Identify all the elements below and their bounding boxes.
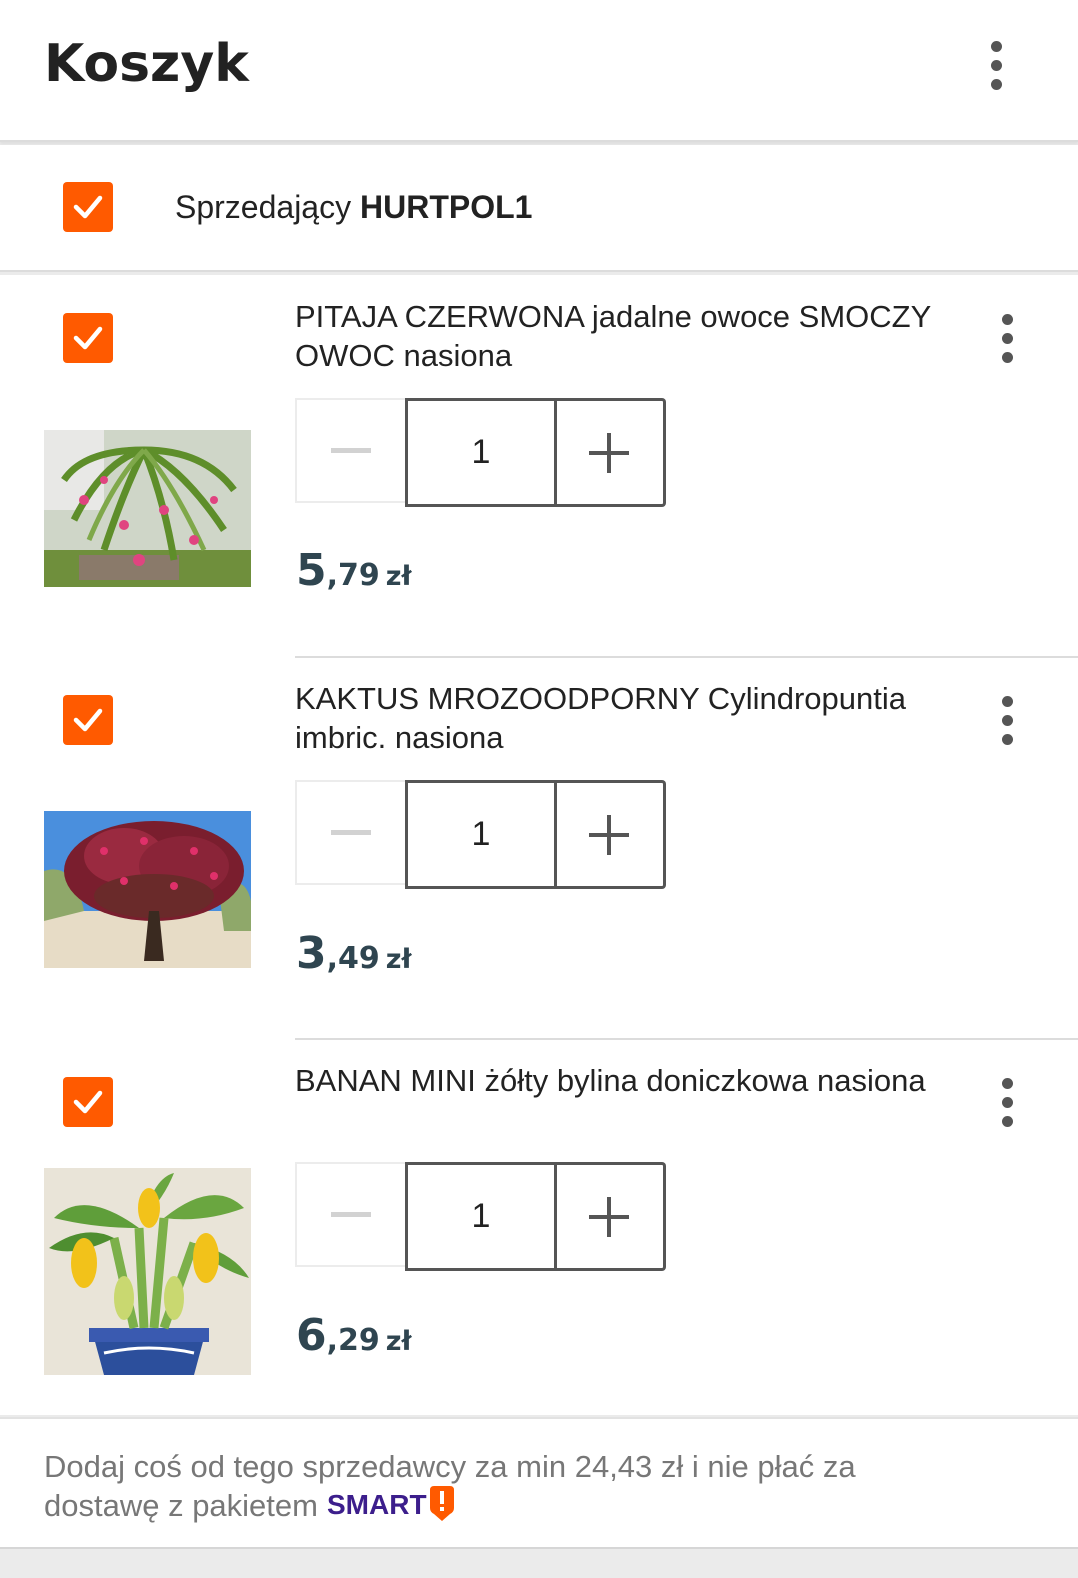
item-more-icon[interactable] xyxy=(987,690,1027,750)
cart-item: BANAN MINI żółty bylina doniczkowa nasio… xyxy=(0,1038,1078,1420)
plus-icon xyxy=(588,432,629,473)
seller-label: Sprzedający HURTPOL1 xyxy=(175,189,532,226)
item-checkbox[interactable] xyxy=(63,695,113,745)
free-delivery-text: Dodaj coś od tego sprzedawcy za min 24,4… xyxy=(44,1447,944,1531)
cart-items: PITAJA CZERWONA jadalne owoce SMOCZY OWO… xyxy=(0,275,1078,1415)
product-image-cactus-tree[interactable] xyxy=(44,811,251,968)
minus-icon xyxy=(331,829,371,835)
quantity-stepper: 1 xyxy=(295,1162,667,1271)
seller-name[interactable]: HURTPOL1 xyxy=(360,189,532,225)
quantity-stepper: 1 xyxy=(295,398,667,507)
check-icon xyxy=(73,708,103,732)
check-icon xyxy=(73,1090,103,1114)
more-options-icon[interactable] xyxy=(976,35,1016,95)
item-more-icon[interactable] xyxy=(987,308,1027,368)
item-price: 5,79 zł xyxy=(296,545,412,596)
quantity-input[interactable]: 1 xyxy=(405,1162,557,1271)
item-price: 6,29 zł xyxy=(296,1310,412,1361)
plus-icon xyxy=(588,1196,629,1237)
minus-icon xyxy=(331,1211,371,1217)
item-title[interactable]: BANAN MINI żółty bylina doniczkowa nasio… xyxy=(295,1061,935,1100)
item-checkbox[interactable] xyxy=(63,313,113,363)
product-image-mini-banana[interactable] xyxy=(44,1168,251,1375)
free-delivery-info: Dodaj coś od tego sprzedawcy za min 24,4… xyxy=(0,1417,1078,1549)
app-bar: Koszyk xyxy=(0,0,1078,142)
item-title[interactable]: KAKTUS MROZOODPORNY Cylindropuntia imbri… xyxy=(295,679,935,757)
page-title: Koszyk xyxy=(44,34,249,94)
seller-checkbox[interactable] xyxy=(63,182,113,232)
increase-button[interactable] xyxy=(554,780,666,889)
divider xyxy=(295,656,1078,658)
item-checkbox[interactable] xyxy=(63,1077,113,1127)
increase-button[interactable] xyxy=(554,1162,666,1271)
divider xyxy=(295,1038,1078,1040)
item-title[interactable]: PITAJA CZERWONA jadalne owoce SMOCZY OWO… xyxy=(295,297,935,375)
quantity-stepper: 1 xyxy=(295,780,667,889)
check-icon xyxy=(73,326,103,350)
decrease-button[interactable] xyxy=(295,398,405,503)
decrease-button[interactable] xyxy=(295,780,405,885)
product-image-dragon-fruit[interactable] xyxy=(44,430,251,587)
decrease-button[interactable] xyxy=(295,1162,405,1267)
increase-button[interactable] xyxy=(554,398,666,507)
smart-label: SMART xyxy=(327,1489,427,1520)
seller-row: Sprzedający HURTPOL1 xyxy=(0,145,1078,272)
smart-logo-icon: SMART xyxy=(327,1486,457,1531)
item-price: 3,49 zł xyxy=(296,928,412,979)
quantity-input[interactable]: 1 xyxy=(405,780,557,889)
cart-item: PITAJA CZERWONA jadalne owoce SMOCZY OWO… xyxy=(0,275,1078,657)
plus-icon xyxy=(588,814,629,855)
item-more-icon[interactable] xyxy=(987,1072,1027,1132)
seller-prefix: Sprzedający xyxy=(175,189,352,225)
check-icon xyxy=(73,195,103,219)
quantity-input[interactable]: 1 xyxy=(405,398,557,507)
cart-item: KAKTUS MROZOODPORNY Cylindropuntia imbri… xyxy=(0,656,1078,1038)
minus-icon xyxy=(331,447,371,453)
